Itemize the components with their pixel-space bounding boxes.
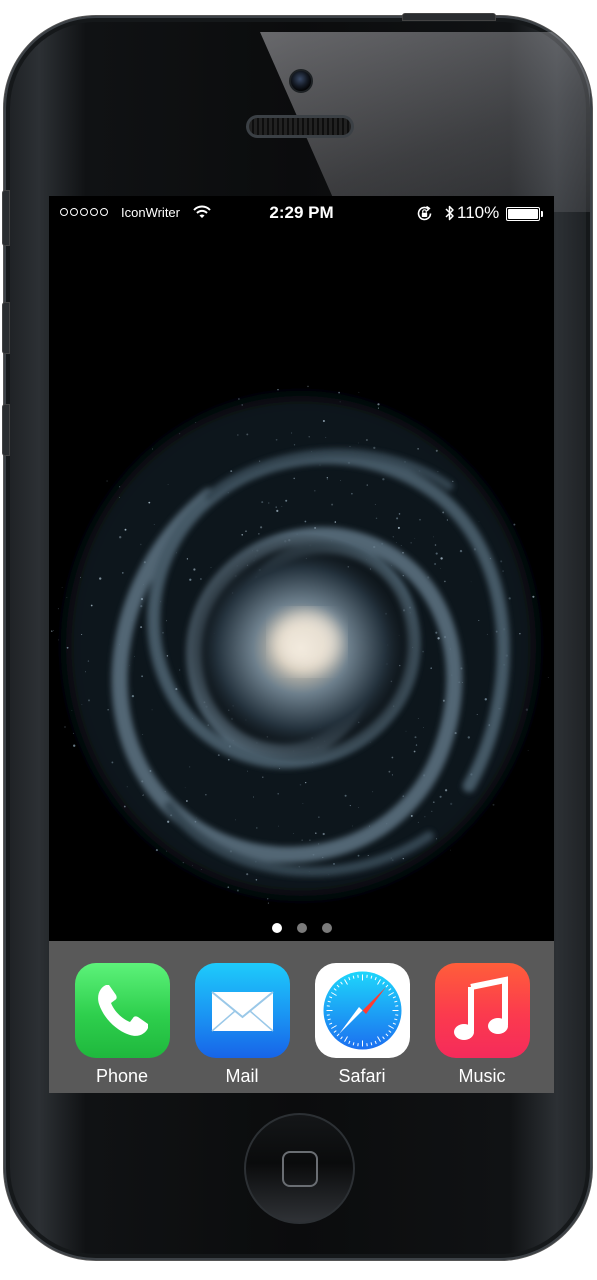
dock-app-music[interactable]: Music (434, 963, 530, 1087)
volume-down-button[interactable] (2, 404, 10, 456)
status-bar: IconWriter 2:29 PM 110% (49, 196, 554, 230)
dock-app-mail[interactable]: Mail (194, 963, 290, 1087)
battery-percentage: 110% (457, 203, 500, 222)
front-camera (289, 69, 313, 93)
battery-icon (506, 207, 543, 221)
rotation-lock-icon (417, 205, 432, 221)
screen: IconWriter 2:29 PM 110% Phone Mail Safar… (49, 196, 554, 1093)
page-indicator[interactable] (49, 923, 554, 933)
dock: Phone Mail Safari Music (49, 941, 554, 1093)
bluetooth-icon (445, 205, 454, 221)
phone-icon[interactable] (74, 963, 170, 1058)
page-dot[interactable] (296, 923, 307, 933)
galaxy-wallpaper (49, 196, 554, 941)
safari-icon[interactable] (314, 963, 410, 1058)
mute-switch[interactable] (2, 190, 10, 246)
music-icon[interactable] (434, 963, 530, 1058)
home-square-icon (282, 1151, 318, 1187)
sleep-wake-button[interactable] (402, 13, 496, 21)
dock-app-label: Mail (225, 1066, 259, 1086)
dock-app-label: Music (458, 1066, 506, 1086)
dock-app-safari[interactable]: Safari (314, 963, 410, 1087)
mail-icon[interactable] (194, 963, 290, 1058)
page-dot[interactable] (271, 923, 282, 933)
earpiece-speaker (246, 115, 354, 138)
page-dot[interactable] (321, 923, 332, 933)
dock-app-label: Phone (95, 1066, 149, 1086)
dock-app-label: Safari (338, 1066, 386, 1086)
volume-up-button[interactable] (2, 302, 10, 354)
dock-app-phone[interactable]: Phone (74, 963, 170, 1087)
home-button[interactable] (244, 1113, 355, 1224)
